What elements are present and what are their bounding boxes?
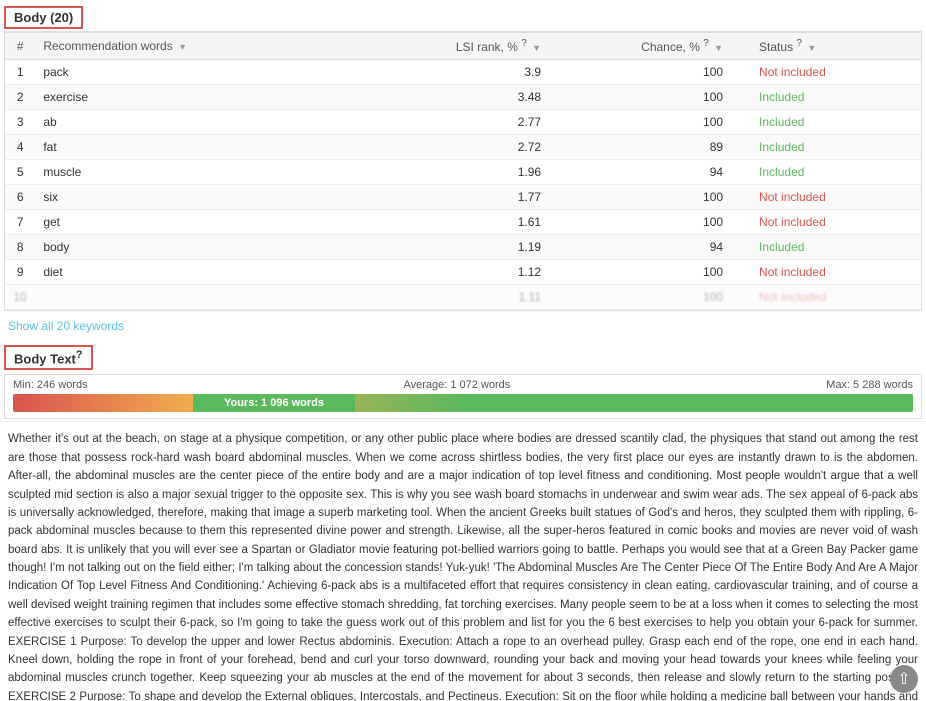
cell-lsi: 1.19 <box>379 235 561 260</box>
cell-word: muscle <box>35 160 379 185</box>
cell-num: 5 <box>5 160 35 185</box>
cell-word: pack <box>35 60 379 85</box>
cell-num: 6 <box>5 185 35 210</box>
cell-status: Included <box>743 85 921 110</box>
cell-lsi: 3.48 <box>379 85 561 110</box>
cell-status: Included <box>743 110 921 135</box>
cell-lsi: 3.9 <box>379 60 561 85</box>
cell-status: Not Included <box>743 285 921 310</box>
cell-word: six <box>35 185 379 210</box>
cell-num: 1 <box>5 60 35 85</box>
cell-num: 7 <box>5 210 35 235</box>
body-section: Body (20) # Recommendation words ▼ LSI r… <box>0 0 926 339</box>
cell-status: Not included <box>743 185 921 210</box>
col-header-lsi[interactable]: LSI rank, % ? ▼ <box>379 33 561 60</box>
cell-word: exercise <box>35 85 379 110</box>
cell-status: Included <box>743 135 921 160</box>
cell-chance: 94 <box>561 160 743 185</box>
col-header-status[interactable]: Status ? ▼ <box>743 33 921 60</box>
cell-status: Included <box>743 235 921 260</box>
cell-chance: 89 <box>561 135 743 160</box>
word-count-bar-container: Min: 246 words Average: 1 072 words Max:… <box>4 374 922 419</box>
cell-word: body <box>35 235 379 260</box>
avg-label: Average: 1 072 words <box>403 379 510 391</box>
cell-lsi: 2.72 <box>379 135 561 160</box>
body-text-section-wrapper: Body Text? Min: 246 words Average: 1 072… <box>0 339 926 701</box>
word-count-bar: Yours: 1 096 words <box>13 394 913 412</box>
cell-num: 2 <box>5 85 35 110</box>
table-row: 9 diet 1.12 100 Not included <box>5 260 921 285</box>
cell-word: get <box>35 210 379 235</box>
cell-num: 4 <box>5 135 35 160</box>
cell-word: diet <box>35 260 379 285</box>
cell-word <box>35 285 379 310</box>
table-row: 1 pack 3.9 100 Not included <box>5 60 921 85</box>
body-text-content[interactable]: Whether it's out at the beach, on stage … <box>0 421 926 701</box>
cell-lsi: 2.77 <box>379 110 561 135</box>
body-table: # Recommendation words ▼ LSI rank, % ? ▼… <box>5 32 921 310</box>
col-header-chance[interactable]: Chance, % ? ▼ <box>561 33 743 60</box>
table-row: 3 ab 2.77 100 Included <box>5 110 921 135</box>
col-header-word[interactable]: Recommendation words ▼ <box>35 33 379 60</box>
cell-num: 10 <box>5 285 35 310</box>
word-count-labels: Min: 246 words Average: 1 072 words Max:… <box>13 379 913 391</box>
cell-chance: 100 <box>561 185 743 210</box>
sort-arrow-word: ▼ <box>178 42 187 52</box>
cell-lsi: 1.96 <box>379 160 561 185</box>
show-all-keywords-link[interactable]: Show all 20 keywords <box>0 313 926 339</box>
cell-status: Not included <box>743 260 921 285</box>
cell-chance: 100 <box>561 60 743 85</box>
cell-status: Not included <box>743 60 921 85</box>
cell-status: Included <box>743 160 921 185</box>
cell-chance: 100 <box>561 85 743 110</box>
cell-status: Not included <box>743 210 921 235</box>
cell-word: ab <box>35 110 379 135</box>
cell-num: 3 <box>5 110 35 135</box>
cell-chance: 100 <box>561 110 743 135</box>
cell-lsi: 1.12 <box>379 260 561 285</box>
table-row: 2 exercise 3.48 100 Included <box>5 85 921 110</box>
cell-lsi: 1.61 <box>379 210 561 235</box>
sort-arrow-chance: ▼ <box>714 43 723 53</box>
table-row: 6 six 1.77 100 Not included <box>5 185 921 210</box>
body-text-title: Body Text? <box>4 345 93 370</box>
sort-arrow-lsi: ▼ <box>532 43 541 53</box>
min-label: Min: 246 words <box>13 379 88 391</box>
cell-word: fat <box>35 135 379 160</box>
body-table-wrapper: # Recommendation words ▼ LSI rank, % ? ▼… <box>4 31 922 311</box>
table-row: 10 1.11 100 Not Included <box>5 285 921 310</box>
cell-lsi: 1.11 <box>379 285 561 310</box>
cell-lsi: 1.77 <box>379 185 561 210</box>
cell-chance: 100 <box>561 285 743 310</box>
cell-chance: 94 <box>561 235 743 260</box>
cell-num: 9 <box>5 260 35 285</box>
cell-chance: 100 <box>561 260 743 285</box>
sort-arrow-status: ▼ <box>807 43 816 53</box>
col-header-num: # <box>5 33 35 60</box>
body-section-title: Body (20) <box>4 6 83 29</box>
table-row: 5 muscle 1.96 94 Included <box>5 160 921 185</box>
table-row: 4 fat 2.72 89 Included <box>5 135 921 160</box>
cell-num: 8 <box>5 235 35 260</box>
cell-chance: 100 <box>561 210 743 235</box>
max-label: Max: 5 288 words <box>826 379 913 391</box>
yours-label: Yours: 1 096 words <box>193 394 355 412</box>
table-row: 7 get 1.61 100 Not included <box>5 210 921 235</box>
table-row: 8 body 1.19 94 Included <box>5 235 921 260</box>
